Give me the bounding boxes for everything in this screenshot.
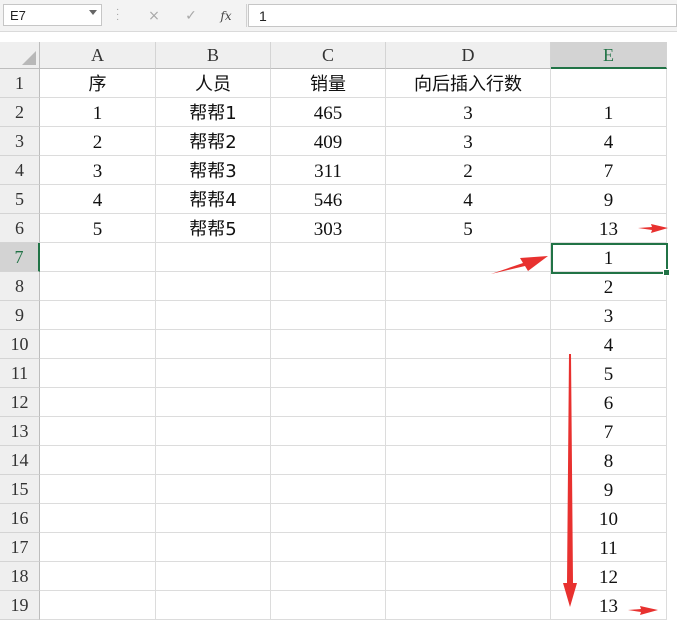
chevron-down-icon[interactable] bbox=[89, 10, 97, 15]
arrow-shape bbox=[491, 256, 548, 274]
annotation-arrows bbox=[491, 224, 668, 615]
formula-input[interactable]: 1 bbox=[248, 4, 677, 27]
name-box[interactable]: E7 bbox=[3, 4, 102, 26]
cancel-icon[interactable]: × bbox=[143, 7, 165, 25]
arrow-shape bbox=[563, 354, 577, 607]
name-box-value: E7 bbox=[10, 8, 26, 23]
more-options-icon: · · · bbox=[116, 4, 120, 25]
enter-icon[interactable]: ✓ bbox=[180, 7, 202, 25]
arrow-icon bbox=[563, 354, 577, 607]
arrow-icon bbox=[628, 606, 658, 615]
arrow-shape bbox=[628, 606, 658, 615]
arrow-icon bbox=[638, 224, 668, 233]
formula-bar: E7 · · · × ✓ fx 1 bbox=[0, 0, 677, 32]
insert-function-icon[interactable]: fx bbox=[215, 7, 237, 25]
formula-input-value: 1 bbox=[259, 8, 267, 24]
formula-bar-divider bbox=[246, 4, 247, 27]
arrow-shape bbox=[638, 224, 668, 233]
arrow-icon bbox=[491, 256, 548, 274]
spreadsheet-grid: ABCDE 1 2 3 4 5 6 7 8 9 10 11 12 13 14 15 16 17 18 19 序人员销… bbox=[0, 42, 677, 627]
